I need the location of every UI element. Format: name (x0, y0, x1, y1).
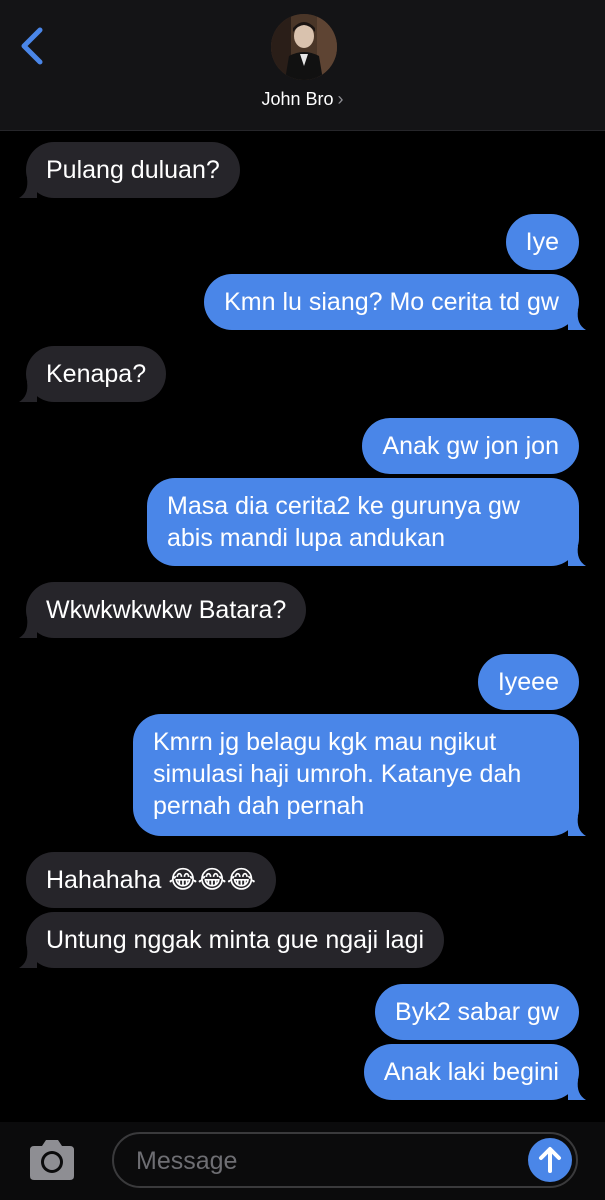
message-bubble-incoming[interactable]: Kenapa? (19, 346, 167, 402)
message-composer (0, 1122, 605, 1200)
message-text: Hahahaha 😂😂😂 (46, 866, 256, 894)
bubble-tail (19, 382, 37, 402)
bubble-tail (568, 546, 586, 566)
message-text: Kmn lu siang? Mo cerita td gw (224, 288, 559, 316)
message-bubble-outgoing[interactable]: Byk2 sabar gw (375, 984, 579, 1040)
contact-name: John Bro (261, 89, 334, 109)
arrow-up-icon (539, 1147, 561, 1173)
message-text: Wkwkwkwkw Batara? (46, 596, 287, 624)
back-button[interactable] (14, 24, 54, 68)
message-input-box[interactable] (112, 1132, 578, 1188)
bubble-tail (19, 618, 37, 638)
message-bubble-outgoing[interactable]: Iyeee (477, 654, 579, 710)
chevron-right-icon: › (337, 89, 344, 109)
message-bubble-incoming[interactable]: Untung nggak minta gue ngaji lagi (19, 912, 445, 968)
message-bubble-outgoing[interactable]: Anak laki begini (363, 1044, 586, 1100)
message-bubble-outgoing[interactable]: Kmn lu siang? Mo cerita td gw (204, 274, 586, 330)
camera-button[interactable] (26, 1138, 78, 1184)
bubble-tail (568, 310, 586, 330)
message-text: Anak laki begini (383, 1058, 559, 1086)
avatar-image (271, 14, 337, 80)
message-bubble-outgoing[interactable]: Masa dia cerita2 ke gurunya gw abis mand… (147, 478, 586, 566)
camera-icon (30, 1140, 74, 1180)
message-text: Kmrn jg belagu kgk mau ngikut simulasi h… (153, 728, 522, 820)
message-text: Iye (525, 228, 559, 256)
message-thread[interactable]: Pulang duluan? Iye Kmn lu siang? Mo ceri… (0, 130, 605, 1122)
avatar[interactable] (271, 14, 337, 80)
message-text: Byk2 sabar gw (395, 998, 559, 1026)
bubble-tail (19, 178, 37, 198)
message-text: Masa dia cerita2 ke gurunya gw abis mand… (167, 492, 520, 552)
message-text: Kenapa? (46, 360, 147, 388)
message-bubble-incoming[interactable]: Wkwkwkwkw Batara? (19, 582, 307, 638)
bubble-tail (19, 948, 37, 968)
message-text: Untung nggak minta gue ngaji lagi (46, 926, 425, 954)
message-text: Pulang duluan? (46, 156, 220, 184)
message-bubble-outgoing[interactable]: Iye (505, 214, 579, 270)
message-text: Anak gw jon jon (382, 432, 559, 460)
message-input[interactable] (134, 1142, 518, 1180)
message-bubble-incoming[interactable]: Hahahaha 😂😂😂 (26, 852, 276, 908)
chevron-left-icon (21, 27, 43, 65)
contact-name-button[interactable]: John Bro › (0, 89, 605, 110)
send-button[interactable] (528, 1138, 572, 1182)
message-bubble-outgoing[interactable]: Anak gw jon jon (362, 418, 579, 474)
message-bubble-outgoing[interactable]: Kmrn jg belagu kgk mau ngikut simulasi h… (133, 714, 586, 836)
bubble-tail (568, 816, 586, 836)
conversation-header: John Bro › (0, 0, 605, 131)
message-text: Iyeee (497, 668, 559, 696)
message-bubble-incoming[interactable]: Pulang duluan? (19, 142, 240, 198)
bubble-tail (568, 1080, 586, 1100)
